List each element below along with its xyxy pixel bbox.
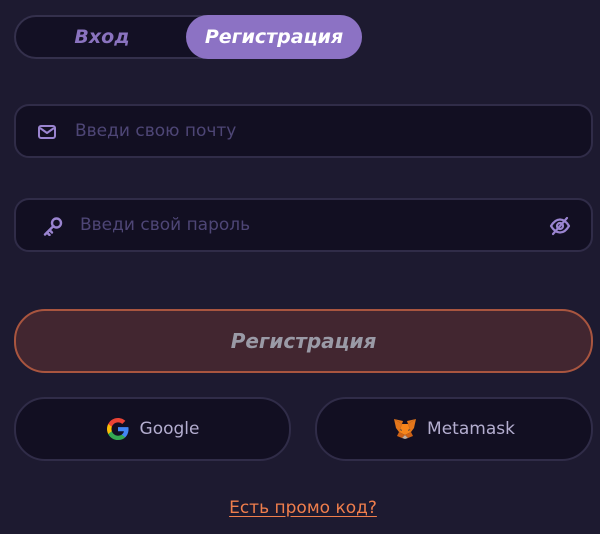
password-field [14,198,593,252]
promo-code-link[interactable]: Есть промо код? [0,498,600,518]
google-login-button[interactable]: Google [14,397,291,461]
auth-tabs: Вход Регистрация [14,15,362,59]
email-field [14,104,593,158]
key-icon [42,216,64,236]
password-input[interactable] [80,200,540,250]
google-icon [106,417,130,441]
tab-register[interactable]: Регистрация [186,15,362,59]
register-button[interactable]: Регистрация [14,309,593,373]
eye-off-icon[interactable] [549,215,571,237]
tab-login[interactable]: Вход [16,15,188,59]
metamask-login-button[interactable]: Metamask [315,397,593,461]
google-label: Google [139,419,200,439]
metamask-fox-icon [393,417,417,441]
metamask-label: Metamask [427,419,515,439]
email-input[interactable] [75,106,575,156]
envelope-icon [38,123,56,141]
auth-form: Вход Регистрация Введи свою почту Регист… [0,0,600,534]
